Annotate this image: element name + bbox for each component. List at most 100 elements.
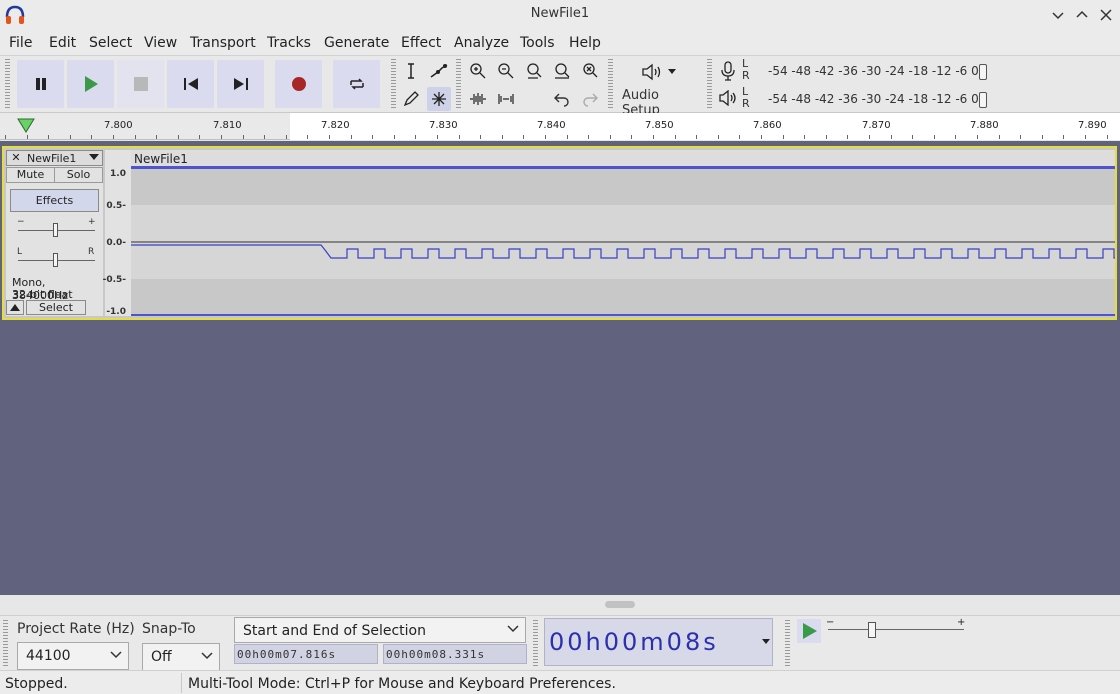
playback-speed-thumb[interactable] [868, 622, 876, 638]
project-rate-label: Project Rate (Hz) [17, 621, 135, 637]
draw-tool[interactable] [399, 87, 423, 111]
close-track-icon[interactable]: ✕ [8, 151, 24, 165]
pan-left-label: L [17, 247, 23, 257]
ruler-tick [307, 135, 308, 139]
multi-tool[interactable] [427, 87, 451, 111]
zoom-in-button[interactable] [466, 59, 490, 83]
status-bar: Stopped. Multi-Tool Mode: Ctrl+P for Mou… [0, 670, 1120, 694]
ruler-label: 7.830 [429, 120, 458, 131]
ruler-tick [696, 135, 697, 139]
gain-slider-thumb[interactable] [53, 223, 58, 237]
fit-project-button[interactable] [550, 59, 574, 83]
record-meter-slider[interactable] [979, 64, 987, 80]
zoom-out-button[interactable] [494, 59, 518, 83]
audio-position-display[interactable]: 00h00m08s [544, 618, 773, 666]
ruler-tick [999, 135, 1000, 139]
microphone-icon[interactable] [720, 61, 736, 81]
skip-to-start-button[interactable] [167, 60, 214, 108]
meter-toolbar-grip[interactable] [707, 59, 712, 109]
play-at-speed-icon[interactable] [797, 619, 821, 643]
chevron-down-icon [110, 651, 122, 659]
redo-icon [583, 93, 598, 107]
solo-button[interactable]: Solo [54, 167, 103, 183]
mute-button[interactable]: Mute [6, 167, 55, 183]
snap-to-value: Off [151, 649, 172, 665]
track-name-button[interactable]: NewFile1 [27, 152, 76, 165]
ruler-tick [588, 135, 589, 139]
selection-mode-combo[interactable]: Start and End of Selection [234, 617, 526, 643]
track-area[interactable]: ✕ NewFile1 Mute Solo Effects − + L R Mon… [0, 141, 1120, 595]
ruler-tick [48, 135, 49, 139]
audio-setup-toolbar-grip[interactable] [608, 59, 613, 109]
menu-analyze[interactable]: Analyze [454, 35, 509, 51]
timeline-ruler[interactable]: 7.800 7.810 7.820 7.830 7.840 7.850 7.86… [0, 113, 1120, 140]
maximize-icon[interactable] [1071, 4, 1093, 26]
playback-meter[interactable]: L R -54 -48 -42 -36 -30 -24 -18 -12 -6 0 [742, 86, 992, 110]
selection-toolbar-grip[interactable] [3, 620, 8, 666]
zoom-toggle-button[interactable] [578, 59, 602, 83]
transport-toolbar-grip[interactable] [5, 59, 10, 109]
minimize-icon[interactable] [1047, 4, 1069, 26]
ruler-tick [113, 135, 114, 139]
playback-speaker-icon[interactable] [718, 90, 738, 106]
menu-tracks[interactable]: Tracks [267, 35, 311, 51]
track-menu-chevron-icon[interactable] [89, 154, 99, 161]
menu-file[interactable]: File [9, 35, 32, 51]
time-toolbar-grip[interactable] [533, 620, 538, 666]
close-window-icon[interactable] [1095, 4, 1117, 26]
time-format-chevron-icon[interactable] [762, 639, 770, 645]
audio-track[interactable]: ✕ NewFile1 Mute Solo Effects − + L R Mon… [2, 146, 1117, 320]
playback-meter-slider[interactable] [979, 92, 987, 108]
edit-toolbar-grip[interactable] [456, 59, 461, 109]
collapse-track-button[interactable] [6, 300, 24, 315]
snap-to-combo[interactable]: Off [142, 643, 220, 671]
audio-setup-button[interactable]: Audio Setup [617, 57, 700, 118]
menu-help[interactable]: Help [569, 35, 601, 51]
effects-button[interactable]: Effects [10, 189, 99, 212]
undo-button[interactable] [550, 87, 574, 111]
menu-select[interactable]: Select [89, 35, 132, 51]
tools-toolbar-grip[interactable] [391, 59, 396, 109]
ruler-tick [955, 135, 956, 139]
selection-end-time[interactable]: 00h00m08.331s [383, 644, 527, 664]
ruler-tick [502, 135, 503, 139]
ruler-label: 7.810 [213, 120, 242, 131]
envelope-tool[interactable] [427, 59, 451, 83]
play-head-triangle-icon[interactable] [17, 118, 35, 133]
project-rate-combo[interactable]: 44100 [17, 642, 129, 670]
ruler-tick [1107, 135, 1108, 139]
silence-audio-button[interactable] [494, 87, 518, 111]
selection-tool[interactable] [399, 59, 423, 83]
audio-clip[interactable]: NewFile1 [131, 150, 1115, 316]
waveform[interactable] [131, 168, 1115, 316]
loop-button[interactable] [333, 60, 380, 108]
selection-start-time[interactable]: 00h00m07.816s [234, 644, 378, 664]
select-track-button[interactable]: Select [26, 300, 86, 315]
play-at-speed-toolbar-grip[interactable] [785, 620, 790, 666]
ruler-label: 7.870 [862, 120, 891, 131]
record-button[interactable] [275, 60, 322, 108]
resize-handle[interactable] [605, 601, 635, 608]
envelope-icon [430, 64, 448, 78]
pause-button[interactable] [17, 60, 64, 108]
play-button[interactable] [67, 60, 114, 108]
pan-slider-thumb[interactable] [53, 253, 58, 267]
clip-header[interactable]: NewFile1 [131, 150, 1115, 168]
fit-selection-button[interactable] [522, 59, 546, 83]
menu-edit[interactable]: Edit [49, 35, 76, 51]
skip-to-end-button[interactable] [217, 60, 264, 108]
menu-effect[interactable]: Effect [401, 35, 441, 51]
redo-button[interactable] [578, 87, 602, 111]
vertical-ruler[interactable]: 1.0 0.5- 0.0- -0.5- -1.0 [103, 150, 131, 317]
menu-transport[interactable]: Transport [190, 35, 256, 51]
menu-tools[interactable]: Tools [520, 35, 555, 51]
record-meter[interactable]: L R -54 -48 -42 -36 -30 -24 -18 -12 -6 0 [742, 58, 992, 82]
trim-audio-button[interactable] [466, 87, 490, 111]
menu-view[interactable]: View [144, 35, 177, 51]
stop-button[interactable] [117, 60, 164, 108]
play-icon [84, 76, 98, 92]
menu-generate[interactable]: Generate [324, 35, 389, 51]
fit-selection-icon [527, 63, 542, 79]
multi-tool-icon [432, 92, 446, 106]
pencil-icon [403, 91, 419, 107]
